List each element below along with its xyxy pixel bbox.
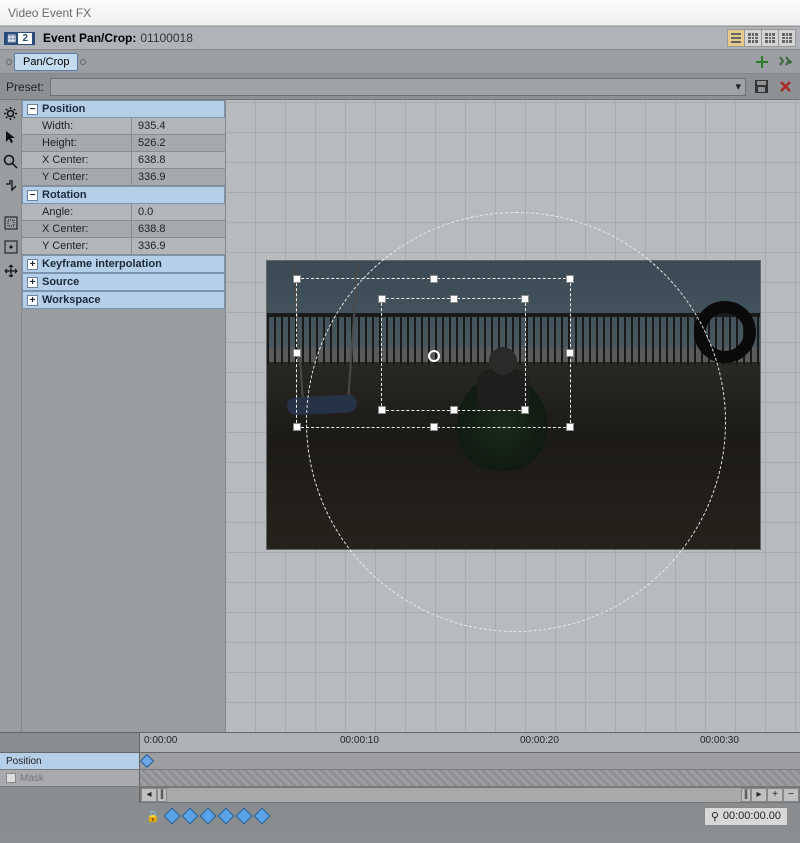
chain-badge: ▦2 <box>4 32 35 45</box>
size-about-center-button[interactable] <box>2 238 20 256</box>
window-title: Video Event FX <box>8 6 91 20</box>
first-keyframe-button[interactable] <box>163 808 180 825</box>
save-preset-button[interactable] <box>752 78 770 96</box>
handle-n[interactable] <box>430 275 438 283</box>
scroll-thumb[interactable]: ∥ <box>157 788 167 802</box>
handle-sw[interactable] <box>293 423 301 431</box>
fx-settings-button[interactable] <box>776 52 796 72</box>
move-freely-button[interactable] <box>2 262 20 280</box>
main-area: −Position Width:935.4 Height:526.2 X Cen… <box>0 100 800 732</box>
collapse-icon: − <box>27 190 38 201</box>
timeline-scrollbar[interactable]: ◂ ∥ ∥ ▸ + − <box>0 787 800 803</box>
preview-canvas[interactable] <box>226 100 800 732</box>
fx-chain-row: Pan/Crop <box>0 50 800 74</box>
section-position[interactable]: −Position <box>22 100 225 118</box>
section-source[interactable]: +Source <box>22 273 225 291</box>
expand-icon: + <box>27 277 38 288</box>
mask-checkbox[interactable] <box>6 773 16 783</box>
prop-row-ycenter[interactable]: Y Center:336.9 <box>22 169 225 186</box>
preset-row: Preset: ▾ <box>0 74 800 100</box>
ruler-tick: 0:00:00 <box>144 735 177 746</box>
last-keyframe-button[interactable] <box>235 808 252 825</box>
prop-row-xcenter[interactable]: X Center:638.8 <box>22 152 225 169</box>
view-grid1-button[interactable] <box>744 29 762 47</box>
crop-center-handle[interactable] <box>428 350 440 362</box>
chain-node-icon <box>6 59 12 65</box>
handle-se[interactable] <box>566 423 574 431</box>
view-mode-group <box>728 29 796 47</box>
prop-row-height[interactable]: Height:526.2 <box>22 135 225 152</box>
prop-row-angle[interactable]: Angle:0.0 <box>22 204 225 221</box>
prop-row-rot-ycenter[interactable]: Y Center:336.9 <box>22 238 225 255</box>
prop-row-width[interactable]: Width:935.4 <box>22 118 225 135</box>
chevron-down-icon: ▾ <box>731 80 745 93</box>
plugin-header: ▦2 Event Pan/Crop: 01100018 <box>0 26 800 50</box>
gear-icon[interactable] <box>2 104 20 122</box>
snap-tool[interactable] <box>2 176 20 194</box>
view-grid2-button[interactable] <box>761 29 779 47</box>
section-keyframe-interp[interactable]: +Keyframe interpolation <box>22 255 225 273</box>
delete-preset-button[interactable] <box>776 78 794 96</box>
scroll-left-button[interactable]: ◂ <box>141 788 157 802</box>
handle-e[interactable] <box>566 349 574 357</box>
zoom-tool[interactable] <box>2 152 20 170</box>
handle-sw[interactable] <box>378 406 386 414</box>
handle-nw[interactable] <box>293 275 301 283</box>
window-titlebar: Video Event FX <box>0 0 800 26</box>
preset-combobox[interactable]: ▾ <box>50 78 746 96</box>
next-keyframe-button[interactable] <box>217 808 234 825</box>
zoom-in-button[interactable]: + <box>767 788 783 802</box>
timeline-footer: 🔒 ⚲ 00:00:00.00 <box>0 803 800 829</box>
handle-se[interactable] <box>521 406 529 414</box>
scroll-thumb-right[interactable]: ∥ <box>741 788 751 802</box>
crop-rect-inner[interactable] <box>381 298 526 411</box>
plugin-label: Event Pan/Crop: <box>43 31 136 45</box>
handle-ne[interactable] <box>566 275 574 283</box>
preset-label: Preset: <box>6 80 44 94</box>
scroll-right-button[interactable]: ▸ <box>751 788 767 802</box>
handle-s[interactable] <box>430 423 438 431</box>
section-rotation[interactable]: −Rotation <box>22 186 225 204</box>
lock-icon[interactable]: 🔒 <box>146 810 160 823</box>
track-mask[interactable]: Mask <box>0 770 800 787</box>
zoom-out-button[interactable]: − <box>783 788 799 802</box>
prop-row-rot-xcenter[interactable]: X Center:638.8 <box>22 221 225 238</box>
handle-ne[interactable] <box>521 295 529 303</box>
chain-node-icon <box>80 59 86 65</box>
ruler-tick: 00:00:20 <box>520 735 559 746</box>
plugin-media-id: 01100018 <box>140 31 193 45</box>
keyframe-marker[interactable] <box>140 754 154 768</box>
collapse-icon: − <box>27 104 38 115</box>
track-position[interactable]: Position <box>0 753 800 770</box>
tool-column <box>0 100 22 732</box>
track-label-mask[interactable]: Mask <box>0 770 140 786</box>
keyframe-timeline: 0:00:00 00:00:10 00:00:20 00:00:30 Posit… <box>0 732 800 829</box>
ruler-tick: 00:00:30 <box>700 735 739 746</box>
timeline-ruler[interactable]: 0:00:00 00:00:10 00:00:20 00:00:30 <box>0 733 800 753</box>
timecode-display[interactable]: ⚲ 00:00:00.00 <box>704 807 788 826</box>
handle-n[interactable] <box>450 295 458 303</box>
expand-icon: + <box>27 259 38 270</box>
track-label-position[interactable]: Position <box>0 753 140 769</box>
handle-w[interactable] <box>293 349 301 357</box>
prev-keyframe-button[interactable] <box>181 808 198 825</box>
section-workspace[interactable]: +Workspace <box>22 291 225 309</box>
properties-panel: −Position Width:935.4 Height:526.2 X Cen… <box>22 100 226 732</box>
view-list-button[interactable] <box>727 29 745 47</box>
pointer-tool[interactable] <box>2 128 20 146</box>
expand-icon: + <box>27 295 38 306</box>
add-keyframe-button[interactable] <box>199 808 216 825</box>
sync-cursor-icon: ⚲ <box>711 810 719 823</box>
tab-pan-crop[interactable]: Pan/Crop <box>14 53 78 71</box>
aspect-lock-button[interactable] <box>2 214 20 232</box>
extra-keyframe-button[interactable] <box>253 808 270 825</box>
view-grid3-button[interactable] <box>778 29 796 47</box>
timecode-value: 00:00:00.00 <box>723 810 781 822</box>
add-fx-button[interactable] <box>752 52 772 72</box>
ruler-tick: 00:00:10 <box>340 735 379 746</box>
handle-nw[interactable] <box>378 295 386 303</box>
handle-s[interactable] <box>450 406 458 414</box>
chain-count: 2 <box>18 33 32 44</box>
